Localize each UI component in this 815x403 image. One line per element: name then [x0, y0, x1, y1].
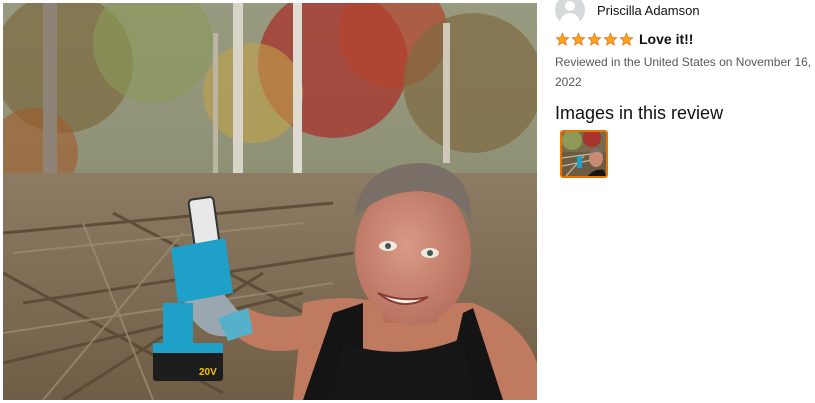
review-date: Reviewed in the United States on Novembe… — [555, 55, 812, 89]
star-icon — [619, 31, 634, 46]
star-icon — [587, 31, 602, 46]
review-image-thumbnail[interactable] — [560, 130, 608, 178]
images-heading: Images in this review — [555, 103, 724, 123]
star-rating[interactable] — [555, 31, 634, 47]
star-icon — [603, 31, 618, 46]
battery-label: 20V — [199, 367, 217, 378]
review-main-image[interactable]: 20V — [3, 3, 537, 400]
thumbnail-scene — [562, 132, 606, 176]
review-panel: Priscilla Adamson Love it!! Reviewed in … — [555, 0, 812, 403]
reviewer-profile[interactable]: Priscilla Adamson — [555, 0, 700, 25]
review-title[interactable]: Love it!! — [639, 31, 693, 47]
star-icon — [571, 31, 586, 46]
star-icon — [555, 31, 570, 46]
rating-row: Love it!! — [555, 31, 693, 47]
review-photo-scene: 20V — [3, 3, 537, 400]
avatar-icon[interactable] — [555, 0, 585, 25]
reviewer-name[interactable]: Priscilla Adamson — [597, 3, 700, 18]
